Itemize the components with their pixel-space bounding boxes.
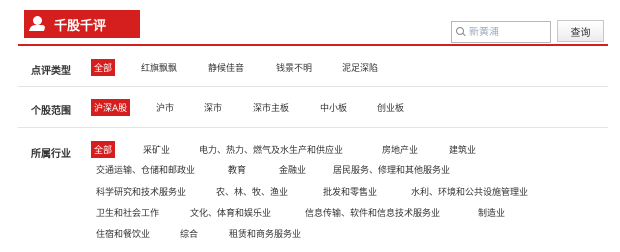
industry-option[interactable]: 教育 [228, 163, 246, 176]
review-type-option-await[interactable]: 静候佳音 [208, 61, 244, 74]
industry-option[interactable]: 金融业 [279, 163, 306, 176]
industry-option[interactable]: 科学研究和技术服务业 [96, 185, 186, 198]
review-type-label: 点评类型 [31, 66, 71, 77]
review-type-option-all[interactable]: 全部 [91, 59, 116, 76]
query-button[interactable]: 查询 [557, 20, 604, 42]
stock-range-option-sme[interactable]: 中小板 [320, 101, 347, 114]
industry-option[interactable]: 信息传输、软件和信息技术服务业 [305, 206, 440, 219]
industry-option[interactable]: 水利、环境和公共设施管理业 [411, 185, 528, 198]
review-type-option-red-flag[interactable]: 红旗飘飘 [141, 61, 177, 74]
industry-option[interactable]: 居民服务、修理和其他服务业 [333, 163, 450, 176]
industry-option[interactable]: 文化、体育和娱乐业 [190, 206, 271, 219]
industry-option[interactable]: 批发和零售业 [323, 185, 377, 198]
search-icon [456, 27, 466, 37]
logo-text: 千股千评 [54, 18, 107, 34]
industry-option[interactable]: 综合 [180, 227, 198, 240]
stock-range-option-sz-main[interactable]: 深市主板 [253, 101, 289, 114]
industry-option[interactable]: 采矿业 [143, 143, 170, 156]
divider [18, 86, 608, 87]
industry-option[interactable]: 交通运输、仓储和邮政业 [96, 163, 195, 176]
industry-option[interactable]: 建筑业 [449, 143, 476, 156]
stock-range-option-sh[interactable]: 沪市 [156, 101, 174, 114]
divider [18, 127, 608, 128]
stock-range-option-sz[interactable]: 深市 [204, 101, 222, 114]
industry-option-all[interactable]: 全部 [91, 141, 116, 158]
industry-option[interactable]: 电力、热力、燃气及水生产和供应业 [199, 143, 343, 156]
stock-range-label: 个股范围 [31, 106, 71, 117]
industry-option[interactable]: 卫生和社会工作 [96, 206, 159, 219]
industry-option[interactable]: 房地产业 [382, 143, 418, 156]
stock-range-option-a-shares[interactable]: 沪深A股 [91, 99, 131, 116]
industry-option[interactable]: 住宿和餐饮业 [96, 227, 150, 240]
search-input[interactable] [469, 26, 549, 38]
stock-range-option-chinext[interactable]: 创业板 [377, 101, 404, 114]
industry-label: 所属行业 [31, 149, 71, 160]
logo: 千股千评 [24, 10, 140, 38]
industry-option[interactable]: 制造业 [478, 206, 505, 219]
review-type-option-mired[interactable]: 泥足深陷 [342, 61, 378, 74]
search-box[interactable] [451, 21, 551, 43]
industry-option[interactable]: 农、林、牧、渔业 [216, 185, 288, 198]
review-type-option-unclear[interactable]: 钱景不明 [276, 61, 312, 74]
industry-option[interactable]: 租赁和商务服务业 [229, 227, 301, 240]
user-icon [30, 16, 48, 32]
